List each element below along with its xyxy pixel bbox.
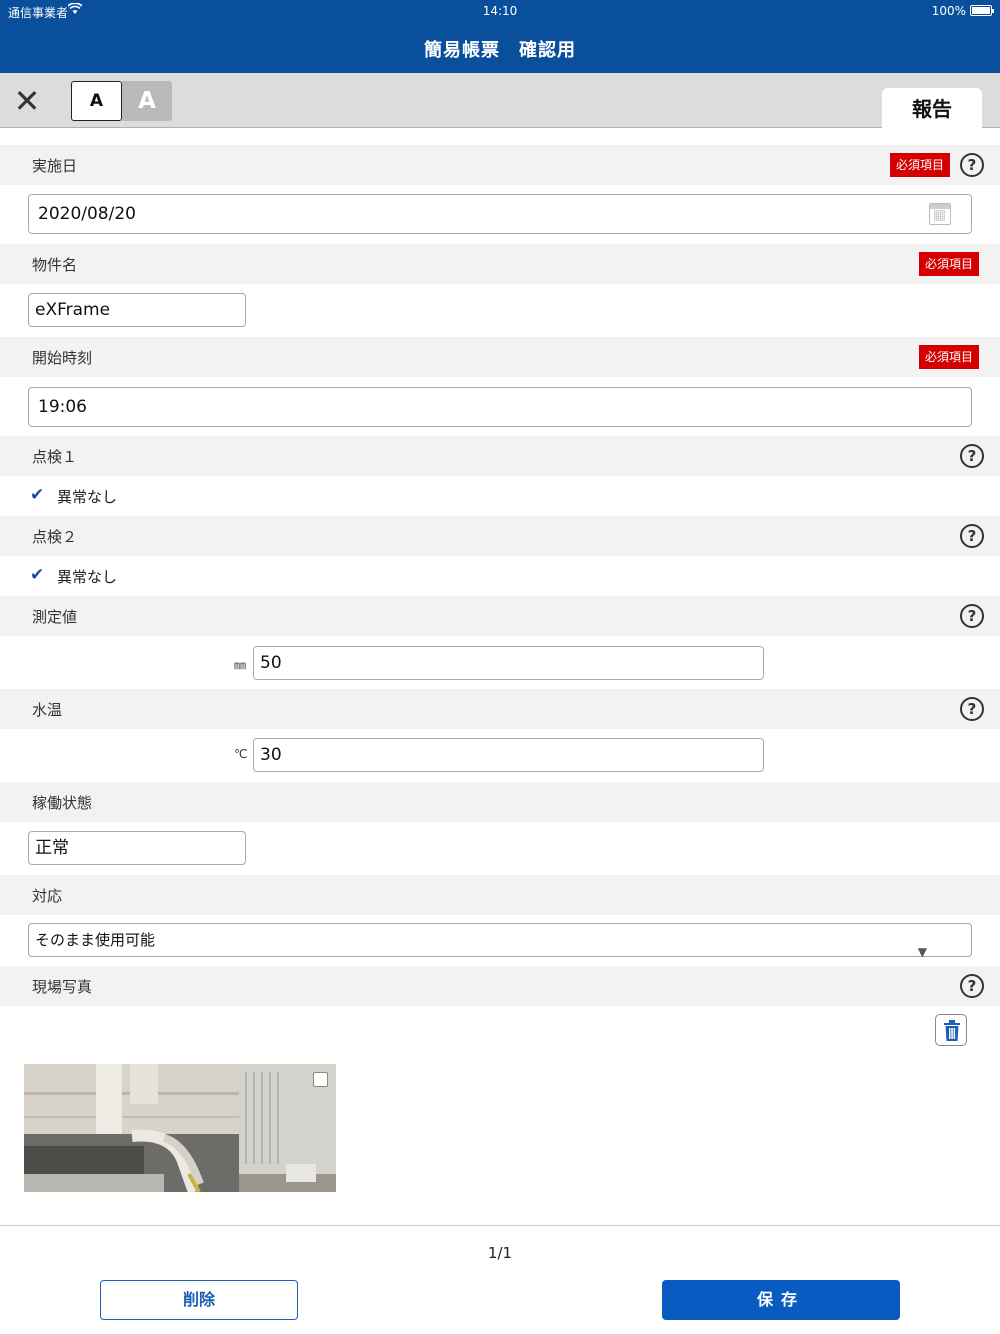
divider — [0, 1225, 1000, 1226]
unit-label: ㎜ — [234, 658, 247, 672]
property-label-row: 物件名 必須項目 — [0, 244, 1000, 284]
required-badge: 必須項目 — [919, 252, 980, 276]
dropdown-arrow-icon: ▼ — [917, 945, 927, 959]
start-time-label-row: 開始時刻 必須項目 — [0, 337, 1000, 377]
field-label: 物件名 — [32, 256, 78, 274]
check2-label-row: 点検２ ? — [0, 516, 1000, 556]
save-button[interactable]: 保存 — [662, 1280, 900, 1320]
help-icon[interactable]: ? — [960, 974, 984, 998]
field-label: 水温 — [32, 701, 63, 719]
checkbox-label: 異常なし — [57, 568, 118, 586]
clock: 14:10 — [482, 4, 518, 18]
date-label-row: 実施日 必須項目 ? — [0, 145, 1000, 185]
operation-label-row: 稼働状態 — [0, 782, 1000, 822]
date-input[interactable]: 2020/08/20 — [28, 194, 972, 234]
required-badge: 必須項目 — [919, 345, 980, 369]
start-time-input[interactable]: 19:06 — [28, 387, 972, 427]
page-indicator: 1/1 — [487, 1244, 513, 1262]
checkbox-label: 異常なし — [57, 488, 118, 506]
property-input[interactable]: eXFrame — [28, 293, 246, 327]
field-label: 対応 — [32, 887, 63, 905]
site-photo-thumbnail[interactable] — [24, 1064, 336, 1192]
field-label: 稼働状態 — [32, 794, 93, 812]
check1-label-row: 点検１ ? — [0, 436, 1000, 476]
check2-option[interactable]: ✔ 異常なし — [0, 556, 1000, 596]
trash-icon[interactable] — [935, 1014, 967, 1046]
checkbox-checked-icon[interactable]: ✔ — [30, 487, 47, 504]
status-bar: 通信事業者 14:10 100% — [0, 0, 1000, 22]
font-size-large-button[interactable]: A — [122, 81, 172, 121]
unit-label: ℃ — [234, 747, 248, 761]
app-header: 通信事業者 14:10 100% 簡易帳票 確認用 — [0, 0, 1000, 73]
font-size-small-button[interactable]: A — [71, 81, 122, 121]
water-temp-label-row: 水温 ? — [0, 689, 1000, 729]
response-selected-value: そのまま使用可能 — [35, 931, 156, 949]
water-temp-input[interactable]: 30 — [253, 738, 764, 772]
field-label: 点検２ — [32, 528, 78, 546]
date-value: 2020/08/20 — [38, 204, 136, 224]
battery-percent: 100% — [931, 4, 966, 18]
check1-option[interactable]: ✔ 異常なし — [0, 476, 1000, 516]
delete-button[interactable]: 削除 — [100, 1280, 298, 1320]
required-badge: 必須項目 — [890, 153, 951, 177]
field-label: 現場写真 — [32, 978, 93, 996]
field-label: 実施日 — [32, 157, 78, 175]
field-label: 開始時刻 — [32, 349, 93, 367]
field-label: 点検１ — [32, 448, 78, 466]
measurement-input[interactable]: 50 — [253, 646, 764, 680]
help-icon[interactable]: ? — [960, 697, 984, 721]
photo-label-row: 現場写真 ? — [0, 966, 1000, 1006]
response-select[interactable]: そのまま使用可能 ▼ — [28, 923, 972, 959]
response-label-row: 対応 — [0, 875, 1000, 915]
help-icon[interactable]: ? — [960, 444, 984, 468]
field-label: 測定値 — [32, 608, 78, 626]
tab-report[interactable]: 報告 — [882, 88, 982, 129]
help-icon[interactable]: ? — [960, 153, 984, 177]
photo-select-checkbox[interactable] — [313, 1072, 328, 1087]
close-icon[interactable]: ✕ — [10, 85, 44, 117]
operation-input[interactable]: 正常 — [28, 831, 246, 865]
checkbox-checked-icon[interactable]: ✔ — [30, 567, 47, 584]
help-icon[interactable]: ? — [960, 604, 984, 628]
measurement-label-row: 測定値 ? — [0, 596, 1000, 636]
toolbar: ✕ A A 報告 — [0, 73, 1000, 129]
help-icon[interactable]: ? — [960, 524, 984, 548]
page-title: 簡易帳票 確認用 — [424, 40, 576, 61]
calendar-icon[interactable] — [929, 203, 951, 225]
battery-icon — [970, 5, 994, 16]
